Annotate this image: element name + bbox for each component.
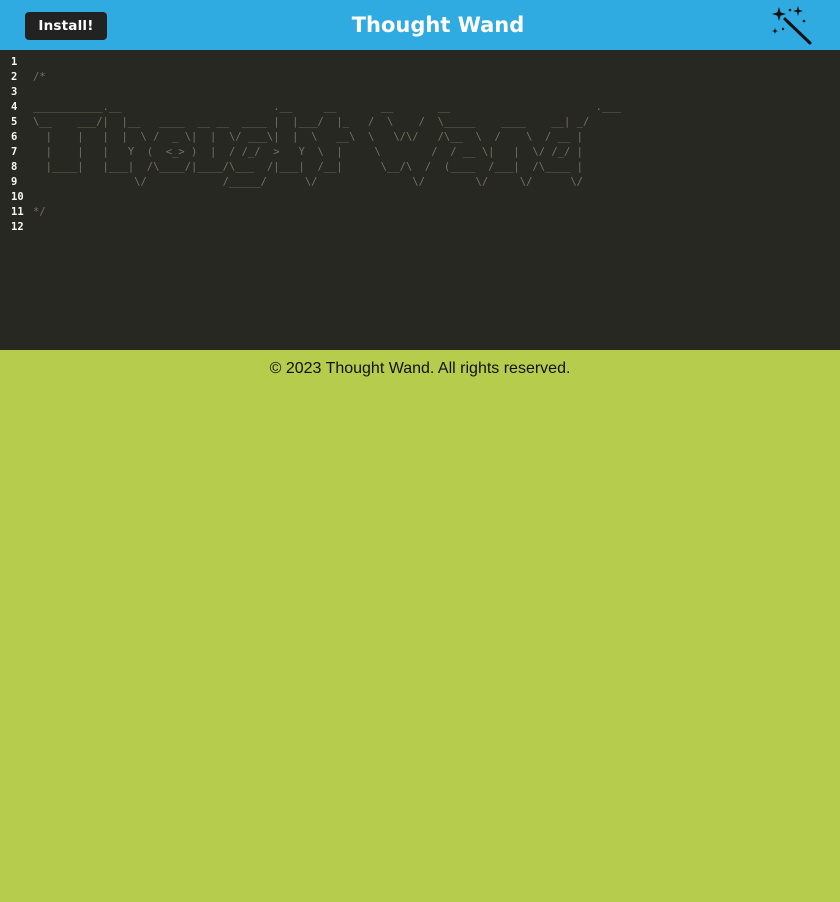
line-number: 2 xyxy=(11,71,18,83)
code-line: \__ ___/| |__ ____ __ __ ____ | |___/ |_… xyxy=(33,116,590,128)
code-line: |____| |___| /\____/|____/\___ /|___| /_… xyxy=(33,161,583,173)
line-number: 7 xyxy=(11,146,18,158)
app-title: Thought Wand xyxy=(351,13,525,37)
line-number: 1 xyxy=(11,56,18,68)
line-number: 4 xyxy=(11,101,18,113)
page-footer: © 2023 Thought Wand. All rights reserved… xyxy=(0,350,840,390)
line-number: 6 xyxy=(11,131,18,143)
code-line: \/ /_____/ \/ \/ \/ \/ \/ xyxy=(33,176,583,188)
app-header: Install! Thought Wand xyxy=(0,0,840,50)
code-line: ___________.__ .__ __ __ __ .___ xyxy=(33,101,621,113)
code-content[interactable]: /* ___________.__ .__ __ __ __ .___ \__ … xyxy=(33,55,833,235)
magic-wand-icon[interactable] xyxy=(770,5,814,47)
line-number: 12 xyxy=(11,221,24,233)
line-number: 11 xyxy=(11,206,24,218)
line-number-gutter: 1 2 3 4 5 6 7 8 9 10 11 12 xyxy=(0,55,30,235)
copyright-text: © 2023 Thought Wand. All rights reserved… xyxy=(269,360,571,377)
code-line: | | | | \ / _ \| | \/ ___\| | \ __\ \ \/… xyxy=(33,131,583,143)
line-number: 10 xyxy=(11,191,24,203)
line-number: 3 xyxy=(11,86,18,98)
code-line: /* xyxy=(33,71,46,83)
line-number: 8 xyxy=(11,161,18,173)
code-line: | | | Y ( <_> ) | / /_/ > Y \ | \ / / __… xyxy=(33,146,583,158)
line-number: 5 xyxy=(11,116,18,128)
line-number: 9 xyxy=(11,176,18,188)
code-line: */ xyxy=(33,206,46,218)
code-editor[interactable]: 1 2 3 4 5 6 7 8 9 10 11 12 /* __________… xyxy=(0,50,840,350)
